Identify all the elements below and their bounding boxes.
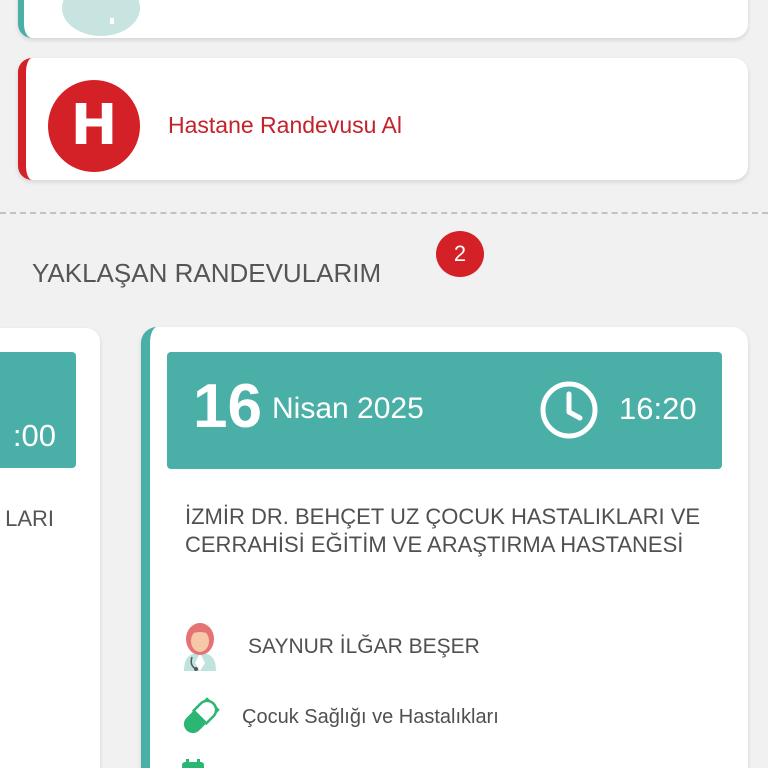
doctor-row: SAYNUR İLĞAR BEŞER: [178, 621, 480, 673]
clock-icon: [540, 381, 598, 439]
appointment-day: 16: [193, 372, 262, 441]
section-divider: [0, 212, 768, 214]
previous-appointment-time: :00: [12, 418, 56, 453]
doctor-name: SAYNUR İLĞAR BEŞER: [248, 635, 480, 658]
upcoming-appointments-title: YAKLAŞAN RANDEVULARIM: [32, 258, 382, 288]
department-row: Çocuk Sağlığı ve Hastalıkları: [178, 695, 499, 739]
calendar-icon: [182, 759, 204, 768]
previous-hospital-name: LARI: [5, 506, 54, 531]
hospital-icon-letter: H: [70, 93, 118, 158]
department-name: Çocuk Sağlığı ve Hastalıkları: [242, 705, 499, 728]
appointment-count-badge: 2: [436, 231, 484, 277]
previous-action-card[interactable]: [18, 0, 748, 38]
appointment-card[interactable]: 16 Nisan 2025 16:20 İZMİR DR. BEHÇET UZ …: [141, 327, 748, 768]
previous-appointment-card[interactable]: :00 LARI: [0, 328, 100, 768]
female-doctor-icon: [184, 623, 216, 671]
hospital-appointment-card[interactable]: H Hastane Randevusu Al: [18, 58, 748, 180]
previous-date-banner: :00: [0, 352, 76, 468]
appointment-time: 16:20: [619, 391, 697, 426]
appointment-month-year: Nisan 2025: [272, 392, 424, 425]
action-icon: [62, 0, 140, 36]
hospital-h-icon: H: [48, 80, 140, 172]
date-banner: 16 Nisan 2025 16:20: [167, 352, 722, 469]
pill-icon: [183, 697, 220, 734]
calendar-row: [178, 757, 208, 768]
appointment-hospital-name: İZMİR DR. BEHÇET UZ ÇOCUK HASTALIKLARI V…: [185, 504, 701, 557]
hospital-appointment-label: Hastane Randevusu Al: [168, 112, 402, 138]
